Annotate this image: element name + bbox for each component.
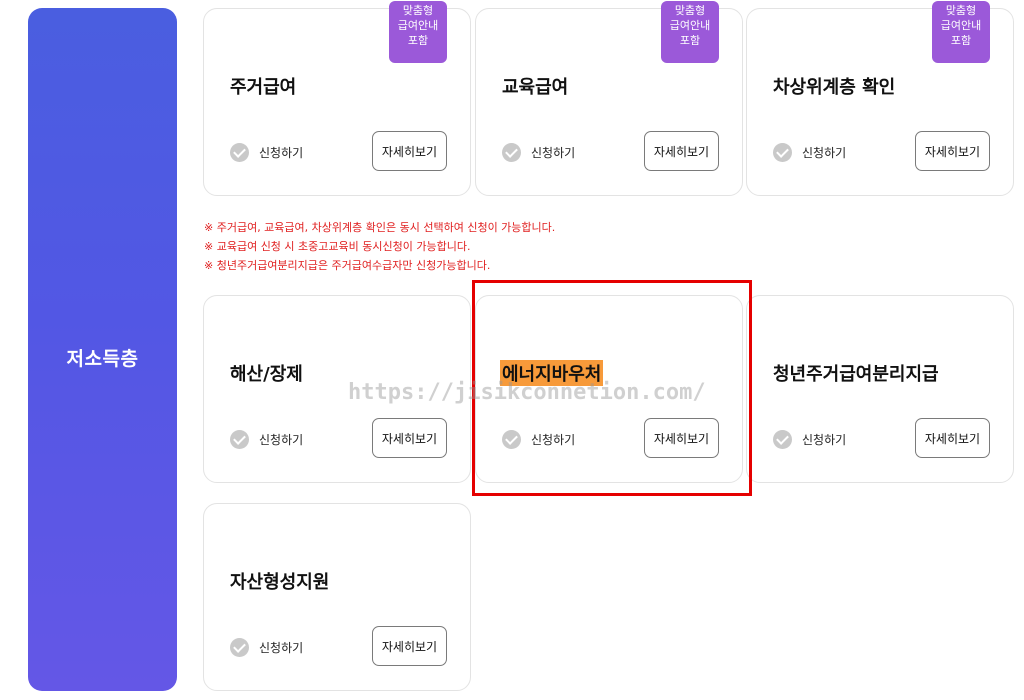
apply-checkbox[interactable]: 신청하기: [773, 141, 846, 163]
check-circle-icon[interactable]: [773, 142, 792, 162]
card-title: 청년주거급여분리지급: [773, 364, 939, 385]
notice-item: ※ 청년주거급여분리지급은 주거급여수급자만 신청가능합니다.: [204, 259, 491, 272]
watermark: https://jisikconnetion.com/: [348, 380, 706, 405]
card-title: 교육급여: [502, 77, 569, 98]
card-asset-building: 자산형성지원 신청하기 자세히보기: [203, 503, 471, 691]
apply-checkbox[interactable]: 신청하기: [230, 428, 303, 450]
detail-button[interactable]: 자세히보기: [644, 131, 719, 171]
card-title: 차상위계층 확인: [773, 77, 896, 98]
card-title: 자산형성지원: [230, 572, 330, 593]
category-sidebar: 저소득층: [28, 8, 177, 691]
detail-button[interactable]: 자세히보기: [372, 418, 447, 458]
card-title: 주거급여: [230, 77, 297, 98]
apply-label[interactable]: 신청하기: [259, 431, 303, 448]
apply-checkbox[interactable]: 신청하기: [773, 428, 846, 450]
apply-checkbox[interactable]: 신청하기: [230, 636, 303, 658]
card-near-poverty-check: 맞춤형 급여안내 포함 차상위계층 확인 신청하기 자세히보기: [746, 1, 1014, 196]
check-circle-icon[interactable]: [230, 637, 249, 657]
detail-button[interactable]: 자세히보기: [372, 626, 447, 666]
apply-label[interactable]: 신청하기: [259, 639, 303, 656]
check-circle-icon[interactable]: [230, 142, 249, 162]
detail-button[interactable]: 자세히보기: [915, 418, 990, 458]
apply-label[interactable]: 신청하기: [802, 144, 846, 161]
check-circle-icon[interactable]: [230, 429, 249, 449]
card-title: 해산/장제: [230, 364, 303, 385]
apply-label[interactable]: 신청하기: [259, 144, 303, 161]
card-housing-benefit: 맞춤형 급여안내 포함 주거급여 신청하기 자세히보기: [203, 1, 471, 196]
notice-list: ※ 주거급여, 교육급여, 차상위계층 확인은 동시 선택하여 신청이 가능합니…: [204, 218, 555, 275]
apply-label[interactable]: 신청하기: [531, 144, 575, 161]
category-title: 저소득층: [66, 348, 139, 370]
notice-item: ※ 주거급여, 교육급여, 차상위계층 확인은 동시 선택하여 신청이 가능합니…: [204, 221, 556, 234]
detail-button[interactable]: 자세히보기: [372, 131, 447, 171]
custom-benefit-badge: 맞춤형 급여안내 포함: [661, 1, 719, 63]
apply-checkbox[interactable]: 신청하기: [502, 141, 575, 163]
apply-checkbox[interactable]: 신청하기: [230, 141, 303, 163]
custom-benefit-badge: 맞춤형 급여안내 포함: [932, 1, 990, 63]
notice-item: ※ 교육급여 신청 시 초중고교육비 동시신청이 가능합니다.: [204, 240, 471, 253]
card-youth-housing-split: 청년주거급여분리지급 신청하기 자세히보기: [746, 295, 1014, 483]
custom-benefit-badge: 맞춤형 급여안내 포함: [389, 1, 447, 63]
card-education-benefit: 맞춤형 급여안내 포함 교육급여 신청하기 자세히보기: [475, 1, 743, 196]
apply-label[interactable]: 신청하기: [802, 431, 846, 448]
check-circle-icon[interactable]: [502, 142, 521, 162]
detail-button[interactable]: 자세히보기: [915, 131, 990, 171]
check-circle-icon[interactable]: [773, 429, 792, 449]
